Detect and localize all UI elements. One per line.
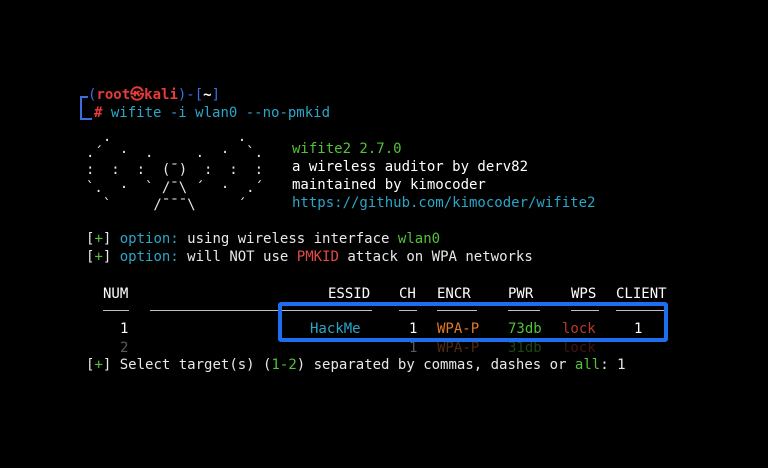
option-highlight: PMKID bbox=[296, 249, 339, 265]
option-line-pmkid: [+] option: will NOT use PMKID attack on… bbox=[86, 249, 533, 265]
header-ch: CH bbox=[399, 286, 416, 302]
banner-tagline: a wireless auditor by derv82 bbox=[292, 159, 529, 175]
header-encr: ENCR bbox=[437, 286, 471, 302]
plus-icon: + bbox=[94, 231, 103, 247]
option-line-interface: [+] option: using wireless interface wla… bbox=[86, 231, 441, 247]
header-wps: WPS bbox=[571, 286, 597, 302]
select-target-prompt[interactable]: [+] Select target(s) (1-2) separated by … bbox=[86, 356, 626, 374]
option-rest: attack on WPA networks bbox=[338, 249, 533, 265]
header-num: NUM bbox=[103, 286, 129, 302]
select-text: : bbox=[600, 357, 618, 373]
header-pwr: PWR bbox=[508, 286, 534, 302]
option-highlight: wlan0 bbox=[397, 231, 441, 247]
header-client: CLIENT bbox=[616, 286, 667, 302]
command-text: wifite -i wlan0 --no-pmkid bbox=[102, 105, 331, 121]
banner-name: wifite2 2.7.0 bbox=[292, 141, 402, 157]
select-text: ) separated by commas, dashes or bbox=[296, 357, 575, 373]
header-essid: ESSID bbox=[328, 286, 371, 302]
wifite-ascii-logo: . . .´ · . . · `. : : : (¯) : : : `. · `… bbox=[86, 128, 276, 218]
logo-line: ` /¯¯¯\ ´ bbox=[86, 197, 247, 213]
plus-icon: + bbox=[94, 357, 103, 373]
select-range: 1-2 bbox=[271, 357, 297, 373]
logo-line: : : : (¯) : : : bbox=[86, 162, 264, 178]
option-label: option: bbox=[119, 231, 179, 247]
prompt-line: (root㉿kali)-[~] bbox=[88, 86, 220, 104]
prompt-at: ㉿ bbox=[130, 87, 145, 103]
banner-url-link[interactable]: https://github.com/kimocoder/wifite2 bbox=[292, 194, 595, 212]
option-text: will NOT use bbox=[178, 249, 297, 265]
prompt-dir: ~ bbox=[203, 87, 212, 103]
option-label: option: bbox=[119, 249, 179, 265]
option-text: using wireless interface bbox=[178, 231, 398, 247]
row-num: 1 bbox=[120, 321, 129, 337]
prompt-close: )-[ bbox=[177, 87, 204, 103]
prompt-end: ] bbox=[211, 87, 221, 103]
logo-line: `. · ` /¯\ ´ · .´ bbox=[86, 180, 264, 196]
banner-maintainer: maintained by kimocoder bbox=[292, 177, 486, 193]
selection-highlight-box bbox=[278, 302, 668, 342]
prompt-user: root bbox=[96, 87, 131, 103]
prompt-bracket-bottom bbox=[80, 106, 92, 120]
prompt-host: kali bbox=[144, 87, 178, 103]
plus-icon: + bbox=[94, 249, 103, 265]
select-text: Select target(s) ( bbox=[111, 357, 272, 373]
command-line[interactable]: # wifite -i wlan0 --no-pmkid bbox=[94, 104, 330, 122]
select-all: all bbox=[574, 357, 601, 373]
logo-line: .´ · . . · `. bbox=[86, 145, 264, 161]
row-num: 2 bbox=[120, 340, 129, 356]
select-answer-input[interactable]: 1 bbox=[617, 357, 625, 373]
header-underline bbox=[103, 310, 129, 311]
